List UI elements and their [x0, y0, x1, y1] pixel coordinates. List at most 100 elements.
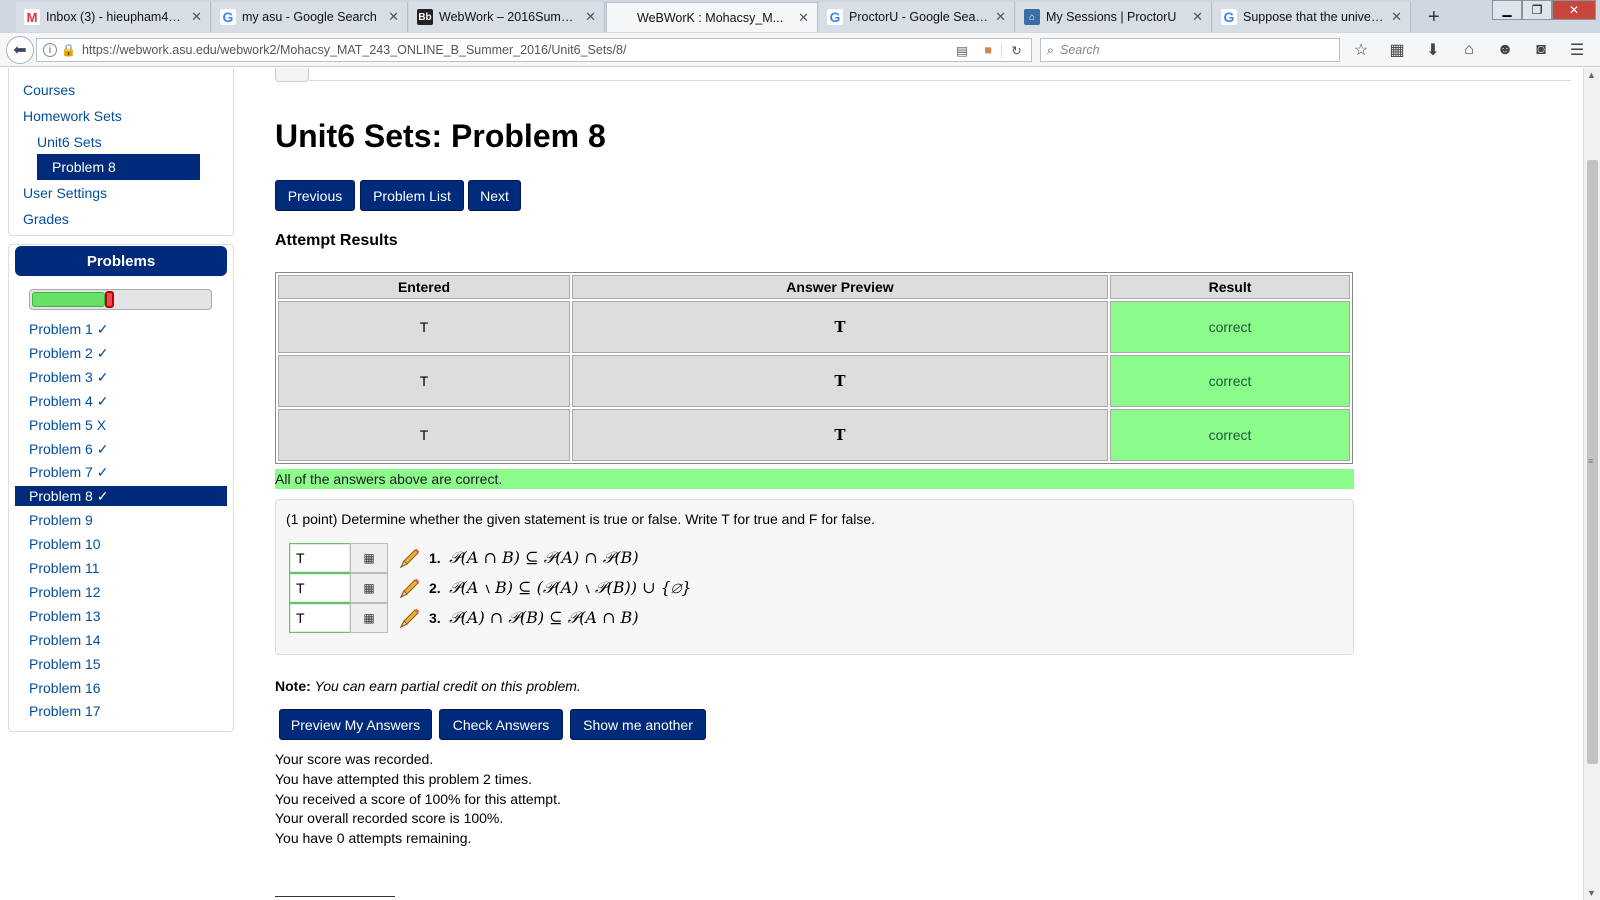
scroll-down-icon[interactable]: ▼	[1587, 888, 1596, 898]
preview-cell: T	[572, 355, 1108, 407]
statement-math: 𝒫(A ∩ B) ⊆ 𝒫(A) ∩ 𝒫(B)	[449, 548, 639, 567]
column-header-entered: Entered	[278, 275, 570, 299]
problem-list-item[interactable]: Problem 5 X	[15, 415, 227, 435]
sidebar-item-courses[interactable]: Courses	[23, 82, 75, 98]
problem-list-item[interactable]: Problem 4 ✓	[15, 391, 227, 411]
home-icon[interactable]: ⌂	[1458, 40, 1480, 60]
reading-list-icon[interactable]: ▦	[1386, 40, 1408, 60]
tab-title: WebWork – 2016Summer...	[439, 10, 580, 24]
search-icon: ⌕	[1047, 42, 1055, 57]
score-summary: Your score was recorded. You have attemp…	[275, 750, 561, 849]
problem-list-item[interactable]: Problem 6 ✓	[15, 439, 227, 459]
pocket-icon[interactable]: ◙	[1530, 40, 1552, 60]
close-icon[interactable]: ✕	[1391, 9, 1402, 25]
download-icon[interactable]: ⬇	[1422, 40, 1444, 60]
minimize-icon[interactable]: ▁	[1492, 0, 1522, 20]
problem-list-item[interactable]: Problem 13	[15, 606, 227, 626]
browser-tab[interactable]: G ProctorU - Google Search ✕	[819, 2, 1015, 32]
problem-list-item[interactable]: Problem 16	[15, 678, 227, 698]
problem-list-item[interactable]: Problem 10	[15, 534, 227, 554]
bookmark-star-icon[interactable]: ☆	[1350, 40, 1372, 60]
problem-list-item[interactable]: Problem 12	[15, 582, 227, 602]
sidebar-item-grades[interactable]: Grades	[23, 211, 69, 227]
problem-list-item[interactable]: Problem 7 ✓	[15, 462, 227, 482]
collapse-toggle[interactable]	[275, 68, 309, 82]
pencil-icon[interactable]	[398, 576, 422, 600]
answer-input-1[interactable]	[289, 543, 351, 573]
sidebar-item-problem-8[interactable]: Problem 8	[37, 154, 200, 180]
close-icon[interactable]: ✕	[191, 9, 202, 25]
url-text[interactable]: https://webwork.asu.edu/webwork2/Mohacsy…	[82, 43, 949, 57]
problem-list-item[interactable]: Problem 9	[15, 510, 227, 530]
preview-my-answers-button[interactable]: Preview My Answers	[279, 709, 432, 740]
table-row: T T correct	[278, 355, 1350, 407]
reload-icon[interactable]: ↻	[1001, 42, 1031, 58]
problem-statement: (1 point) Determine whether the given st…	[286, 511, 876, 527]
problem-list-item[interactable]: Problem 2 ✓	[15, 343, 227, 363]
partial-credit-note: Note: You can earn partial credit on thi…	[275, 678, 581, 694]
check-answers-button[interactable]: Check Answers	[439, 709, 563, 740]
next-button[interactable]: Next	[468, 180, 521, 211]
preview-cell: T	[572, 301, 1108, 353]
extension-icon[interactable]: ■	[975, 43, 1001, 57]
close-icon[interactable]: ✕	[388, 9, 399, 25]
pencil-icon[interactable]	[398, 606, 422, 630]
close-icon[interactable]: ✕	[995, 9, 1006, 25]
reader-view-icon[interactable]: ▤	[949, 43, 975, 58]
vertical-scrollbar[interactable]: ▲ ≡ ▼	[1583, 68, 1600, 900]
search-bar[interactable]: ⌕ Search	[1040, 38, 1340, 62]
page-title: Unit6 Sets: Problem 8	[275, 118, 606, 154]
browser-tab[interactable]: M Inbox (3) - hieupham45... ✕	[16, 2, 211, 32]
browser-tab[interactable]: ⌂ My Sessions | ProctorU ✕	[1016, 2, 1212, 32]
browser-tab[interactable]: G Suppose that the univers... ✕	[1213, 2, 1411, 32]
info-icon[interactable]: i	[43, 43, 57, 57]
show-me-another-button[interactable]: Show me another	[570, 709, 706, 740]
problem-list-item[interactable]: Problem 3 ✓	[15, 367, 227, 387]
statement-number: 1.	[429, 550, 441, 566]
sidebar-item-user-settings[interactable]: User Settings	[23, 185, 107, 201]
problem-list-item[interactable]: Problem 15	[15, 654, 227, 674]
new-tab-icon[interactable]: +	[1428, 6, 1440, 29]
problem-list-item[interactable]: Problem 1 ✓	[15, 319, 227, 339]
browser-tab[interactable]: Bb WebWork – 2016Summer... ✕	[409, 2, 605, 32]
browser-tab[interactable]: G my asu - Google Search ✕	[212, 2, 408, 32]
close-icon[interactable]: ✕	[585, 9, 596, 25]
back-arrow-icon[interactable]: ⬅	[6, 36, 34, 64]
pencil-icon[interactable]	[398, 546, 422, 570]
entered-cell: T	[278, 409, 570, 461]
tab-title: my asu - Google Search	[242, 10, 377, 24]
answer-input-2[interactable]	[289, 573, 351, 603]
close-window-icon[interactable]: ✕	[1552, 0, 1596, 20]
results-header-row: Entered Answer Preview Result	[278, 275, 1350, 299]
problems-heading: Problems	[15, 246, 227, 276]
close-icon[interactable]: ✕	[1192, 9, 1203, 25]
answer-row: ▦ 3. 𝒫(A) ∩ 𝒫(B) ⊆ 𝒫(A ∩ B)	[289, 603, 639, 633]
address-bar[interactable]: i 🔒 https://webwork.asu.edu/webwork2/Moh…	[36, 38, 1032, 62]
sidebar-item-homework-sets[interactable]: Homework Sets	[23, 108, 122, 124]
score-line: You have attempted this problem 2 times.	[275, 770, 533, 787]
result-cell: correct	[1110, 301, 1350, 353]
keypad-icon[interactable]: ▦	[350, 573, 388, 603]
keypad-icon[interactable]: ▦	[350, 603, 388, 633]
keypad-icon[interactable]: ▦	[350, 543, 388, 573]
restore-icon[interactable]: ❐	[1522, 0, 1552, 20]
problem-list-item[interactable]: Problem 8 ✓	[15, 486, 227, 507]
tab-title: Inbox (3) - hieupham45...	[46, 10, 186, 24]
page-viewport: Courses Homework Sets Unit6 Sets Problem…	[0, 68, 1583, 900]
chat-icon[interactable]: ☻	[1494, 40, 1516, 60]
problem-list-button[interactable]: Problem List	[360, 180, 464, 211]
answer-input-3[interactable]	[289, 603, 351, 633]
divider	[275, 896, 395, 900]
browser-tab-active[interactable]: WeBWorK : Mohacsy_M... ✕	[606, 2, 818, 32]
problem-list-item[interactable]: Problem 14	[15, 630, 227, 650]
problem-list-item[interactable]: Problem 17	[15, 701, 227, 721]
all-correct-message: All of the answers above are correct.	[275, 469, 1354, 489]
sidebar-item-unit6-sets[interactable]: Unit6 Sets	[37, 134, 102, 150]
score-line: Your score was recorded.	[275, 751, 434, 767]
menu-icon[interactable]: ☰	[1566, 40, 1588, 60]
previous-button[interactable]: Previous	[275, 180, 355, 211]
statement-3: 3. 𝒫(A) ∩ 𝒫(B) ⊆ 𝒫(A ∩ B)	[429, 608, 639, 628]
problem-list-item[interactable]: Problem 11	[15, 558, 227, 578]
scroll-up-icon[interactable]: ▲	[1587, 70, 1596, 80]
close-icon[interactable]: ✕	[798, 10, 809, 26]
